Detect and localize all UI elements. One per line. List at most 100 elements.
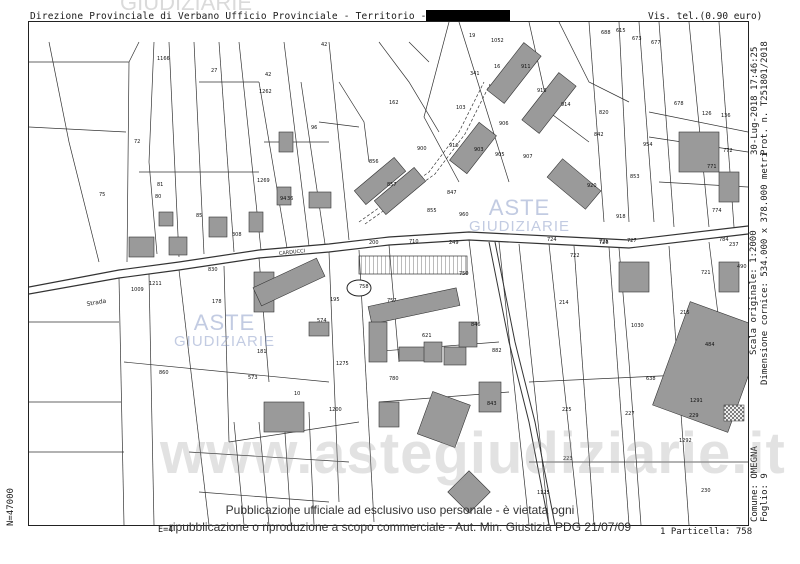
- parcel-number: 136: [721, 113, 731, 119]
- notice-line-1: Pubblicazione ufficiale ad esclusivo uso…: [225, 503, 575, 517]
- parcel-number: 677: [651, 40, 661, 46]
- parcel-number: 85: [196, 213, 202, 219]
- side-prot: Prot. n. T251801/2018: [760, 41, 770, 155]
- parcel-number: 308: [232, 232, 242, 238]
- parcel-number: 27: [211, 68, 217, 74]
- parcel-number: 910: [449, 143, 459, 149]
- parcel-number: 774: [712, 208, 722, 214]
- parcel-number: 960: [459, 212, 469, 218]
- parcel-number: 847: [447, 190, 457, 196]
- parcel-number: 215: [680, 310, 690, 316]
- parcel-number: 162: [389, 100, 399, 106]
- parcel-number: 80: [155, 194, 161, 200]
- parcel-number: 820: [599, 110, 609, 116]
- parcel-number: 19: [469, 33, 475, 39]
- parcel-number: 1262: [259, 89, 272, 95]
- parcel-number: 846: [471, 322, 481, 328]
- parcel-number: 638: [646, 376, 656, 382]
- parcel-number: 710: [409, 239, 419, 245]
- parcel-number: 178: [212, 299, 222, 305]
- parcel-number: 727: [627, 238, 637, 244]
- parcel-number: 195: [330, 297, 340, 303]
- parcel-number: 830: [208, 267, 218, 273]
- parcel-number: 94: [280, 196, 286, 202]
- parcel-number: 900: [417, 146, 427, 152]
- parcel-number: 780: [389, 376, 399, 382]
- parcel-number: 249: [449, 240, 459, 246]
- watermark-logo-right: ASTE GIUDIZIARIE: [469, 195, 571, 235]
- parcel-number: 882: [492, 348, 502, 354]
- parcel-number: 1275: [336, 361, 349, 367]
- parcel-number: 237: [729, 242, 739, 248]
- side-dimensions: Dimensione cornice: 534.000 x 378.000 me…: [760, 152, 770, 385]
- parcel-number: 126: [702, 111, 712, 117]
- parcel-number: 1166: [157, 56, 170, 62]
- parcel-number: 1211: [149, 281, 162, 287]
- parcel-number: 227: [625, 411, 635, 417]
- parcel-number: 772: [723, 148, 733, 154]
- parcel-number: 75: [99, 192, 105, 198]
- parcel-number: 81: [157, 182, 163, 188]
- parcel-number: 856: [369, 159, 379, 165]
- parcel-number: 615: [616, 28, 626, 34]
- parcel-number: 341: [470, 71, 480, 77]
- parcel-number: 721: [701, 270, 711, 276]
- parcel-number: 229: [689, 413, 699, 419]
- parcel-number: 855: [427, 208, 437, 214]
- parcel-number: 784: [719, 237, 729, 243]
- parcel-number: 673: [632, 36, 642, 42]
- parcel-number: 16: [494, 64, 500, 70]
- parcel-number: 843: [487, 401, 497, 407]
- parcel-number: 230: [701, 488, 711, 494]
- parcel-number: 771: [707, 164, 717, 170]
- parcel-number: 920: [587, 183, 597, 189]
- parcel-number: 484: [705, 342, 715, 348]
- parcel-number: 621: [422, 333, 432, 339]
- parcel-number: 1009: [131, 287, 144, 293]
- parcel-number: 757: [387, 298, 397, 304]
- parcel-number: 903: [474, 147, 484, 153]
- parcel-number: 722: [570, 253, 580, 259]
- parcel-number: 911: [521, 64, 531, 70]
- parcel-number: 906: [499, 121, 509, 127]
- parcel-number: 214: [559, 300, 569, 306]
- parcel-number: 857: [387, 182, 397, 188]
- parcel-number: 954: [643, 142, 653, 148]
- parcel-number: 750: [459, 271, 469, 277]
- watermark-top: GIUDIZIARIE: [120, 0, 253, 15]
- parcel-number: 1125: [537, 490, 550, 496]
- notice-line-2: ripubblicazione o riproduzione a scopo c…: [168, 520, 632, 534]
- parcel-number: 42: [265, 72, 271, 78]
- watermark-url: www.astegiudiziarie.it: [160, 421, 786, 486]
- parcel-number: 913: [537, 88, 547, 94]
- parcel-number: 574: [317, 318, 327, 324]
- parcel-number: 860: [159, 370, 169, 376]
- parcel-number: 907: [523, 154, 533, 160]
- parcel-number: 200: [369, 240, 379, 246]
- cadastral-sheet: Direzione Provinciale di Verbano Ufficio…: [0, 0, 800, 564]
- parcel-number: 103: [456, 105, 466, 111]
- parcel-number: 914: [561, 102, 571, 108]
- parcel-number: 10: [294, 391, 300, 397]
- parcel-number: 688: [601, 30, 611, 36]
- parcel-number: 678: [674, 101, 684, 107]
- parcel-number: 225: [562, 407, 572, 413]
- parcel-number: 96: [311, 125, 317, 131]
- side-date: 30-Lug-2018 17:46:25: [750, 46, 760, 155]
- parcel-number: 726: [599, 240, 609, 246]
- parcel-number: 1269: [257, 178, 270, 184]
- watermark-logo-left: ASTE GIUDIZIARIE: [174, 310, 276, 350]
- parcel-number: 36: [287, 196, 293, 202]
- parcel-number: 758: [359, 284, 369, 290]
- hatched-area: [723, 404, 745, 422]
- parcel-number: 1291: [690, 398, 703, 404]
- parcel-number: 724: [547, 237, 557, 243]
- parcel-number: 1052: [491, 38, 504, 44]
- parcel-number: 72: [134, 139, 140, 145]
- parcel-number: 1200: [329, 407, 342, 413]
- parcel-number: 905: [495, 152, 505, 158]
- side-scale: Scala originale: 1:2000: [749, 230, 759, 355]
- parcel-number: 1030: [631, 323, 644, 329]
- parcel-number: 918: [616, 214, 626, 220]
- road-label-left: Strada: [86, 298, 107, 308]
